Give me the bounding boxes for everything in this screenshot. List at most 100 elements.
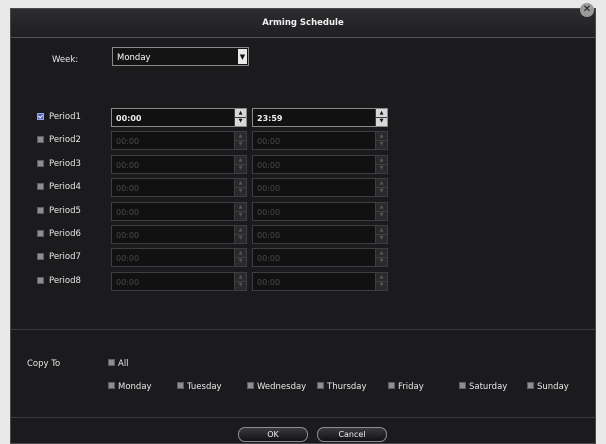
time-spinner[interactable]: ▲ ▼ <box>234 202 246 220</box>
copy-day-checkbox[interactable] <box>108 382 115 389</box>
spin-down-icon[interactable]: ▼ <box>376 117 387 125</box>
time-spinner[interactable]: ▲ ▼ <box>375 109 387 126</box>
spin-down-icon[interactable]: ▼ <box>235 140 246 148</box>
period-checkbox[interactable] <box>37 113 44 120</box>
time-value: 00:00 <box>257 231 281 240</box>
time-spinner[interactable]: ▲ ▼ <box>375 226 387 243</box>
copy-day-checkbox[interactable] <box>317 382 324 389</box>
week-select[interactable]: Monday ▼ <box>112 47 249 66</box>
close-icon[interactable]: ✕ <box>580 3 594 17</box>
period-label: Period7 <box>49 252 81 263</box>
time-value: 00:00 <box>257 137 281 147</box>
week-select-value: Monday <box>117 53 151 63</box>
time-spinner[interactable]: ▲ ▼ <box>375 202 387 220</box>
dialog-title: Arming Schedule <box>262 18 344 28</box>
period-end-time-field[interactable]: 00:00 ▲ ▼ <box>252 178 388 198</box>
time-value: 00:00 <box>116 160 140 170</box>
period-end-time-field[interactable]: 00:00 ▲ ▼ <box>252 248 388 268</box>
time-value: 00:00 <box>116 184 140 194</box>
spin-down-icon[interactable]: ▼ <box>376 164 387 172</box>
week-label: Week: <box>52 55 79 65</box>
time-value: 00:00 <box>116 207 140 217</box>
period-label: Period4 <box>49 182 81 193</box>
copy-day-label: Monday <box>118 382 152 392</box>
spin-down-icon[interactable]: ▼ <box>235 211 246 219</box>
time-spinner[interactable]: ▲ ▼ <box>234 155 246 173</box>
copy-day-label: Sunday <box>537 382 569 392</box>
time-value: 00:00 <box>257 277 281 287</box>
period-checkbox[interactable] <box>37 206 44 214</box>
time-value: 00:00 <box>116 114 142 123</box>
period-checkbox[interactable] <box>37 276 44 284</box>
spin-down-icon[interactable]: ▼ <box>235 257 246 265</box>
spin-down-icon[interactable]: ▼ <box>235 281 246 289</box>
spin-down-icon[interactable]: ▼ <box>376 281 387 289</box>
ok-button[interactable]: OK <box>238 427 308 442</box>
period-checkbox[interactable] <box>37 230 44 237</box>
time-value: 00:00 <box>257 207 281 217</box>
period-label: Period2 <box>49 135 81 146</box>
copy-day-label: Thursday <box>327 382 367 392</box>
spin-down-icon[interactable]: ▼ <box>376 257 387 265</box>
time-spinner[interactable]: ▲ ▼ <box>234 179 246 197</box>
cancel-button[interactable]: Cancel <box>317 427 387 442</box>
copy-day-checkbox[interactable] <box>459 382 466 389</box>
period-start-time-field[interactable]: 00:00 ▲ ▼ <box>111 108 247 127</box>
time-spinner[interactable]: ▲ ▼ <box>234 272 246 290</box>
chevron-down-icon[interactable]: ▼ <box>238 49 247 64</box>
time-value: 00:00 <box>257 184 281 194</box>
copy-day-checkbox[interactable] <box>177 382 184 389</box>
spin-down-icon[interactable]: ▼ <box>376 140 387 148</box>
period-label: Period5 <box>49 205 81 216</box>
time-spinner[interactable]: ▲ ▼ <box>234 109 246 126</box>
period-start-time-field[interactable]: 00:00 ▲ ▼ <box>111 154 247 174</box>
time-spinner[interactable]: ▲ ▼ <box>234 249 246 267</box>
copy-to-label: Copy To <box>27 359 61 369</box>
time-spinner[interactable]: ▲ ▼ <box>375 132 387 150</box>
divider-bottom <box>11 417 595 418</box>
copy-all-label: All <box>118 359 129 369</box>
time-spinner[interactable]: ▲ ▼ <box>234 132 246 150</box>
copy-day-checkbox[interactable] <box>527 382 534 389</box>
time-value: 00:00 <box>257 254 281 264</box>
period-start-time-field[interactable]: 00:00 ▲ ▼ <box>111 201 247 221</box>
period-checkbox[interactable] <box>37 136 44 144</box>
period-start-time-field[interactable]: 00:00 ▲ ▼ <box>111 248 247 268</box>
period-end-time-field[interactable]: 00:00 ▲ ▼ <box>252 271 388 291</box>
spin-down-icon[interactable]: ▼ <box>376 234 387 242</box>
time-spinner[interactable]: ▲ ▼ <box>375 249 387 267</box>
period-start-time-field[interactable]: 00:00 ▲ ▼ <box>111 131 247 151</box>
copy-all-checkbox[interactable] <box>108 359 115 366</box>
divider <box>11 329 595 330</box>
period-end-time-field[interactable]: 23:59 ▲ ▼ <box>252 108 388 127</box>
period-end-time-field[interactable]: 00:00 ▲ ▼ <box>252 225 388 244</box>
period-start-time-field[interactable]: 00:00 ▲ ▼ <box>111 178 247 198</box>
period-end-time-field[interactable]: 00:00 ▲ ▼ <box>252 201 388 221</box>
time-value: 00:00 <box>116 254 140 264</box>
spin-down-icon[interactable]: ▼ <box>376 211 387 219</box>
period-label: Period3 <box>49 158 81 169</box>
period-start-time-field[interactable]: 00:00 ▲ ▼ <box>111 225 247 244</box>
period-end-time-field[interactable]: 00:00 ▲ ▼ <box>252 131 388 151</box>
copy-day-checkbox[interactable] <box>388 382 395 389</box>
time-value: 00:00 <box>116 277 140 287</box>
spin-down-icon[interactable]: ▼ <box>376 187 387 195</box>
title-bar: Arming Schedule <box>11 9 595 38</box>
spin-down-icon[interactable]: ▼ <box>235 187 246 195</box>
copy-day-label: Saturday <box>469 382 508 392</box>
period-start-time-field[interactable]: 00:00 ▲ ▼ <box>111 271 247 291</box>
spin-down-icon[interactable]: ▼ <box>235 164 246 172</box>
spin-down-icon[interactable]: ▼ <box>235 117 246 125</box>
period-end-time-field[interactable]: 00:00 ▲ ▼ <box>252 154 388 174</box>
period-checkbox[interactable] <box>37 253 44 261</box>
time-value: 23:59 <box>257 114 283 123</box>
period-checkbox[interactable] <box>37 159 44 167</box>
copy-day-checkbox[interactable] <box>247 382 254 389</box>
time-spinner[interactable]: ▲ ▼ <box>234 226 246 243</box>
time-spinner[interactable]: ▲ ▼ <box>375 155 387 173</box>
time-spinner[interactable]: ▲ ▼ <box>375 272 387 290</box>
copy-day-label: Tuesday <box>187 382 222 392</box>
spin-down-icon[interactable]: ▼ <box>235 234 246 242</box>
time-spinner[interactable]: ▲ ▼ <box>375 179 387 197</box>
period-checkbox[interactable] <box>37 183 44 191</box>
